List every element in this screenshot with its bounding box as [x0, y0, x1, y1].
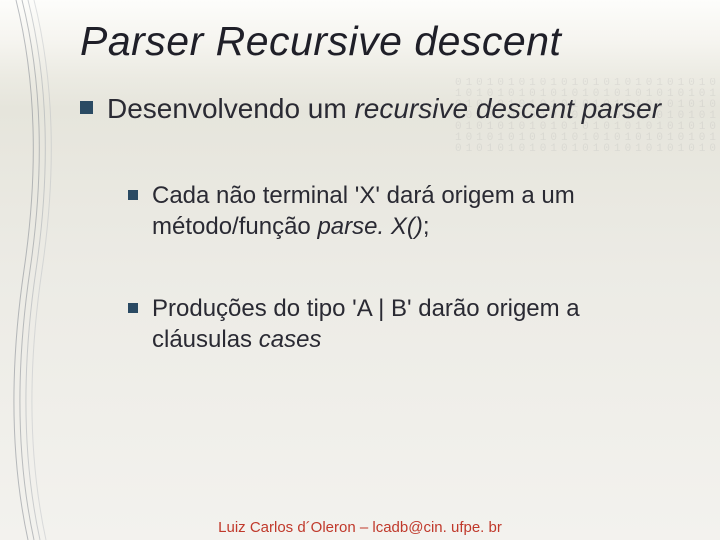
bullet-level2: Cada não terminal 'X' dará origem a um m…: [128, 181, 670, 242]
square-bullet-icon: [128, 303, 138, 313]
bullet-level2-text: Produções do tipo 'A | B' darão origem a…: [152, 294, 670, 355]
slide-body: Parser Recursive descent Desenvolvendo u…: [0, 0, 720, 540]
lvl1-italic: recursive descent parser: [354, 93, 661, 124]
square-bullet-icon: [80, 101, 93, 114]
bullet-level2-text: Cada não terminal 'X' dará origem a um m…: [152, 181, 670, 242]
lvl1-pre: Desenvolvendo um: [107, 93, 354, 124]
sub1-pre: Produções do tipo 'A | B' darão origem a…: [152, 295, 580, 353]
sub1-italic: cases: [259, 326, 322, 353]
slide-footer: Luiz Carlos d´Oleron – lcadb@cin. ufpe. …: [0, 519, 720, 536]
slide-title: Parser Recursive descent: [80, 18, 670, 65]
bullet-level1-text: Desenvolvendo um recursive descent parse…: [107, 91, 661, 127]
sub-bullet-list: Cada não terminal 'X' dará origem a um m…: [128, 181, 670, 356]
bullet-level2: Produções do tipo 'A | B' darão origem a…: [128, 294, 670, 355]
sub0-post: ;: [423, 213, 430, 240]
square-bullet-icon: [128, 190, 138, 200]
bullet-level1: Desenvolvendo um recursive descent parse…: [80, 91, 670, 127]
sub0-italic: parse. X(): [317, 213, 422, 240]
